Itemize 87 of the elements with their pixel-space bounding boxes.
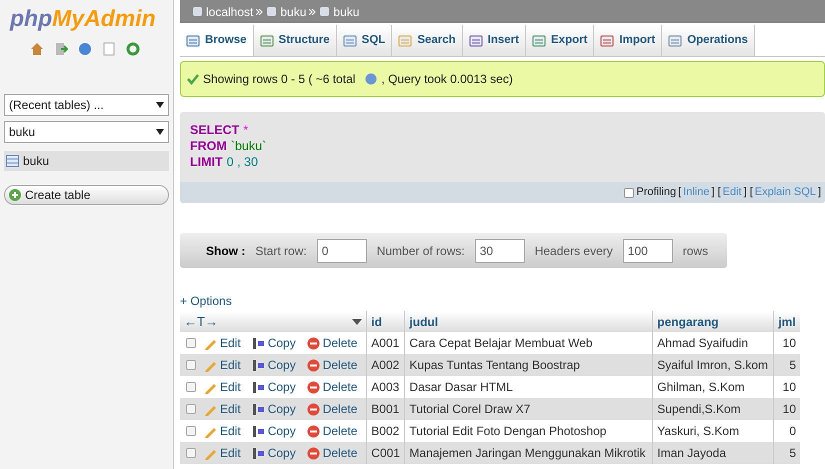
profiling-label: Profiling [636,185,676,200]
copy-link[interactable]: Copy [268,356,296,374]
message-text: Showing rows 0 - 5 ( ~6 total [203,71,356,88]
row-checkbox[interactable] [186,338,196,348]
headers-label: Headers every [534,242,613,260]
rows-field[interactable]: 30 [474,238,525,262]
delete-link[interactable]: Delete [322,444,358,462]
recent-tables-select[interactable]: (Recent tables) ... [4,94,169,116]
breadcrumb-link[interactable]: localhost [206,2,254,20]
sql-argument: 0 , 30 [226,154,258,170]
edit-link[interactable]: Edit [220,400,241,418]
row-checkbox[interactable] [186,382,196,392]
exit-icon[interactable] [54,42,68,56]
table-cell: 5 [774,442,800,464]
sql-argument: `buku` [230,138,266,154]
column-header[interactable]: jml [774,311,800,332]
delete-link[interactable]: Delete [322,400,358,418]
chevron-icon [256,8,264,14]
database-select[interactable]: buku [4,121,169,143]
logo[interactable]: phpMyAdmin [10,4,169,32]
delete-icon [306,358,320,372]
table-cell: Iman Jayoda [652,442,774,464]
sql-keyword: SELECT [190,122,240,138]
delete-link[interactable]: Delete [322,378,358,396]
table-list-item[interactable]: buku [4,151,169,171]
column-header[interactable]: judul [404,311,653,332]
headers-field[interactable]: 100 [622,238,673,262]
table-cell: Manajemen Jaringan Menggunakan Mikrotik [404,442,653,464]
breadcrumb-link[interactable]: buku [333,2,360,20]
row-checkbox[interactable] [186,426,196,436]
edit-link[interactable]: Edit [220,422,241,440]
row-checkbox[interactable] [186,448,196,458]
edit-link[interactable]: Edit [220,334,241,352]
bracket-text: [ [678,185,682,200]
tab[interactable]: SQL [336,25,392,56]
table-cell: C001 [366,442,405,464]
delete-link[interactable]: Delete [322,334,358,352]
delete-link[interactable]: Delete [322,356,358,374]
delete-icon [306,446,320,460]
delete-icon [306,424,320,438]
delete-link[interactable]: Delete [322,422,358,440]
show-label: Show : [206,242,246,260]
copy-link[interactable]: Copy [268,400,296,418]
chevron-icon [309,8,316,14]
column-expand-control[interactable]: ←T→ [184,312,218,332]
sort-arrow-icon[interactable] [352,318,362,324]
breadcrumb-link[interactable]: buku [280,2,306,20]
delete-icon [306,336,320,350]
dropdown-arrow-icon [156,129,164,135]
check-icon [187,73,199,85]
bracket-text: ] [ [711,185,721,200]
home-icon[interactable] [30,42,44,56]
plus-icon [9,189,21,201]
tab[interactable]: Search [392,25,463,56]
row-checkbox[interactable] [186,404,196,414]
edit-link[interactable]: Edit [220,356,241,374]
start-row-field[interactable]: 0 [316,238,367,262]
options-link[interactable]: + Options [180,292,232,310]
tab[interactable]: Import [594,25,662,56]
copy-link[interactable]: Copy [268,444,296,462]
column-header[interactable]: id [366,311,405,332]
sql-keyword: FROM [190,138,227,154]
edit-link[interactable]: Edit [220,444,241,462]
tab[interactable]: Operations [662,25,755,56]
delete-icon [306,380,320,394]
start-row-label: Start row: [255,242,307,260]
tab[interactable]: Export [526,25,594,56]
sql-argument: * [243,122,248,138]
rows-suffix: rows [682,242,708,260]
document-icon[interactable] [102,42,116,56]
copy-link[interactable]: Copy [268,334,296,352]
sql-keyword: LIMIT [190,154,223,170]
bracket-text: ] [ [744,185,753,200]
create-table-button[interactable]: Create table [4,185,169,205]
row-checkbox[interactable] [186,360,196,370]
column-header[interactable]: pengarang [652,311,774,332]
copy-link[interactable]: Copy [268,422,296,440]
dropdown-arrow-icon [156,102,164,108]
copy-link[interactable]: Copy [268,378,296,396]
tab[interactable]: Structure [254,25,337,56]
bracket-text: ] [818,185,821,200]
delete-icon [306,402,320,416]
rows-label: Number of rows: [376,242,465,260]
message-text: , Query took 0.0013 sec) [381,71,513,88]
checkbox[interactable] [624,188,634,198]
tab[interactable]: Insert [462,25,526,56]
edit-link[interactable]: Edit [220,378,241,396]
